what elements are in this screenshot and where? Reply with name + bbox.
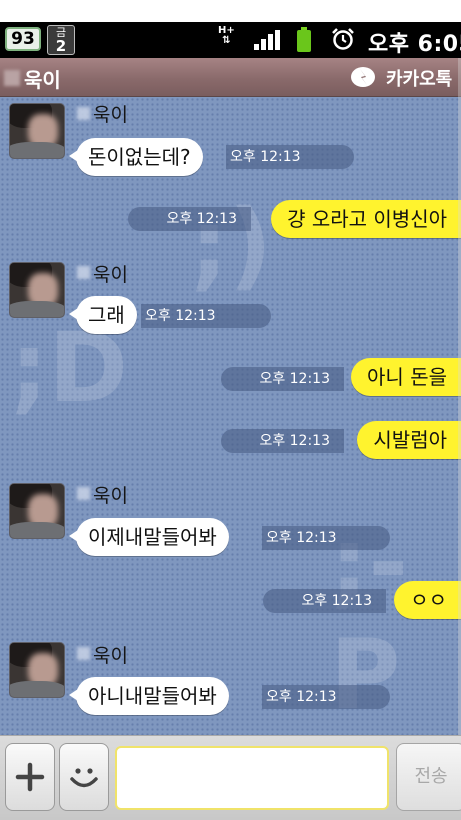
avatar[interactable] bbox=[9, 103, 65, 159]
message-time: 오후 12:13 bbox=[128, 207, 251, 231]
calendar-day: 2 bbox=[55, 37, 67, 55]
outgoing-message-bubble[interactable]: 아니 돈을 bbox=[351, 358, 461, 396]
status-clock: 오후 6:05 bbox=[368, 32, 461, 57]
calendar-icon: 금 2 bbox=[47, 25, 75, 55]
network-type-icon: H+ ⇅ bbox=[218, 26, 235, 46]
chat-room-title: 욱이 bbox=[24, 68, 61, 92]
blurred-name-prefix bbox=[77, 266, 90, 279]
outgoing-message-bubble[interactable]: 시발럼아 bbox=[357, 421, 461, 459]
attach-button[interactable] bbox=[5, 743, 55, 811]
signal-strength-icon bbox=[254, 30, 280, 50]
sender-name: 욱이 bbox=[93, 645, 128, 667]
avatar[interactable] bbox=[9, 483, 65, 539]
blurred-name-prefix bbox=[4, 70, 20, 86]
outgoing-message-bubble[interactable]: 걍 오라고 이병신아 bbox=[271, 200, 461, 238]
message-time: 오후 12:13 bbox=[263, 589, 386, 613]
blurred-name-prefix bbox=[77, 647, 90, 660]
message-time: 오후 12:13 bbox=[221, 429, 344, 453]
status-bar: 93 금 2 H+ ⇅ 오후 6:05 bbox=[0, 22, 461, 58]
message-time: 오후 12:13 bbox=[221, 367, 344, 391]
chat-title-bar: 욱이 카카오톡 bbox=[0, 58, 461, 97]
message-input[interactable] bbox=[115, 746, 389, 810]
chat-message-area[interactable]: ;) ;D ;-P 욱이 오후 12:13 돈이없는데? 오후 12:13 걍 … bbox=[0, 97, 461, 735]
watermark-wink: ;) bbox=[190, 189, 273, 301]
sender-name: 욱이 bbox=[93, 264, 128, 286]
avatar[interactable] bbox=[9, 642, 65, 698]
data-arrows-icon: ⇅ bbox=[222, 35, 231, 46]
blurred-name-prefix bbox=[77, 107, 90, 120]
smiley-icon bbox=[70, 768, 98, 788]
send-button[interactable]: 전송 bbox=[396, 743, 461, 811]
blurred-name-prefix bbox=[77, 487, 90, 500]
incoming-message-bubble[interactable]: 그래 bbox=[69, 296, 137, 334]
emoticon-button[interactable] bbox=[59, 743, 109, 811]
sender-name: 욱이 bbox=[93, 104, 128, 126]
sender-name: 욱이 bbox=[93, 485, 128, 507]
incoming-message-bubble[interactable]: 돈이없는데? bbox=[69, 138, 203, 176]
message-time: 오후 12:13 bbox=[226, 145, 354, 169]
battery-percent-badge: 93 bbox=[5, 27, 41, 51]
message-time: 오후 12:13 bbox=[262, 526, 390, 550]
message-time: 오후 12:13 bbox=[262, 685, 390, 709]
battery-icon bbox=[297, 27, 311, 52]
outgoing-message-bubble[interactable]: ㅇㅇ bbox=[394, 581, 461, 619]
alarm-clock-icon bbox=[332, 28, 354, 50]
incoming-message-bubble[interactable]: 이제내말들어봐 bbox=[69, 518, 229, 556]
kakaotalk-brand-label: 카카오톡 bbox=[386, 69, 453, 90]
message-time: 오후 12:13 bbox=[141, 304, 271, 328]
plus-icon bbox=[15, 762, 45, 792]
top-margin bbox=[0, 0, 461, 22]
kakaotalk-logo-icon bbox=[351, 67, 375, 87]
incoming-message-bubble[interactable]: 아니내말들어봐 bbox=[69, 677, 229, 715]
avatar[interactable] bbox=[9, 262, 65, 318]
message-input-bar: 전송 bbox=[0, 735, 461, 820]
